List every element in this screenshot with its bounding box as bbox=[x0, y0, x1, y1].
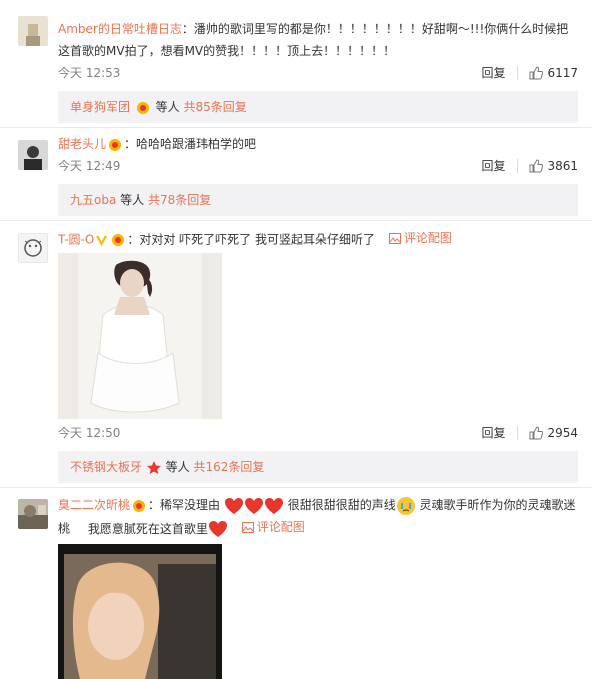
sub-reply-count[interactable]: 共78条回复 bbox=[148, 193, 211, 207]
comment-text: 甜老头儿 ：哈哈哈跟潘玮柏学的吧 bbox=[58, 133, 578, 155]
sub-reply-user[interactable]: 不锈钢大板牙 bbox=[70, 460, 142, 474]
comment-time: 今天 12:50 bbox=[58, 426, 121, 440]
thumbs-up-icon[interactable] bbox=[529, 425, 544, 440]
comment-body-part-1: ：稀罕没理由 bbox=[148, 498, 221, 512]
comment-actions: 回复 2954 bbox=[481, 424, 578, 441]
comment-body: ：哈哈哈跟潘玮柏学的吧 bbox=[124, 137, 257, 151]
comment-actions: 回复 6117 bbox=[481, 64, 578, 81]
thumbs-up-icon[interactable] bbox=[529, 65, 544, 80]
avatar[interactable] bbox=[18, 499, 48, 529]
reply-button[interactable]: 回复 bbox=[481, 157, 505, 174]
comment-body-part-2: 很甜很甜很甜的声线 bbox=[287, 498, 396, 512]
comment-text: 臭二二次昕桃 ：稀罕没理由 很甜很甜很甜的声线 灵魂歌手昕作为你的灵魂歌迷桃 我愿… bbox=[58, 494, 578, 540]
comment-username[interactable]: 甜老头儿 bbox=[58, 137, 106, 151]
vip-badge-icon bbox=[112, 234, 125, 246]
view-image-label: 评论配图 bbox=[256, 520, 305, 534]
sub-reply-text: 等人 bbox=[155, 100, 180, 114]
like-count: 2954 bbox=[547, 425, 578, 440]
comment-text: Amber的日常吐槽日志：潘帅的歌词里写的都是你！！！！！！！！好甜啊～!!!你… bbox=[58, 18, 578, 62]
sub-replies-box[interactable]: 不锈钢大板牙 等人 共162条回复 bbox=[58, 451, 578, 483]
avatar[interactable] bbox=[18, 233, 48, 263]
divider bbox=[517, 158, 519, 173]
sub-reply-text: 等人 bbox=[120, 193, 145, 207]
heart-emoji-icon bbox=[244, 497, 263, 514]
vip-badge-icon bbox=[133, 499, 146, 512]
star-icon bbox=[146, 461, 161, 474]
sub-replies-box[interactable]: 单身狗军团 等人 共85条回复 bbox=[58, 91, 578, 123]
view-image-link[interactable]: 评论配图 bbox=[388, 227, 452, 249]
sub-reply-count[interactable]: 共162条回复 bbox=[194, 460, 265, 474]
comment-actions: 回复 3861 bbox=[481, 157, 578, 174]
verified-v-icon bbox=[96, 235, 108, 246]
sub-reply-count[interactable]: 共85条回复 bbox=[184, 100, 247, 114]
crying-face-emoji-icon bbox=[396, 496, 415, 515]
comment-divider bbox=[0, 220, 592, 221]
divider bbox=[517, 425, 519, 440]
comment-time: 今天 12:53 bbox=[58, 66, 121, 80]
image-icon bbox=[241, 521, 254, 533]
comment-username[interactable]: Amber的日常吐槽日志 bbox=[58, 22, 182, 36]
avatar[interactable] bbox=[18, 16, 48, 46]
like-count: 3861 bbox=[547, 158, 578, 173]
comment-image[interactable] bbox=[58, 253, 222, 419]
comment-body-part-4: 我愿意腻死在这首歌里 bbox=[87, 521, 208, 536]
view-image-link[interactable]: 评论配图 bbox=[241, 516, 305, 538]
divider bbox=[517, 65, 519, 80]
comment-divider bbox=[0, 487, 592, 488]
comment-username[interactable]: T-圆-O bbox=[58, 233, 94, 247]
sub-replies-box[interactable]: 九五oba 等人 共78条回复 bbox=[58, 184, 578, 216]
thumbs-up-icon[interactable] bbox=[529, 158, 544, 173]
comment-image[interactable] bbox=[58, 544, 222, 679]
heart-emoji-icon bbox=[208, 521, 227, 537]
view-image-label: 评论配图 bbox=[403, 231, 452, 245]
comment-body: ：对对对 吓死了吓死了 我可竖起耳朵仔细听了 bbox=[127, 232, 375, 247]
vip-badge-icon bbox=[136, 101, 149, 114]
sub-reply-user[interactable]: 单身狗军团 bbox=[70, 100, 130, 114]
like-count: 6117 bbox=[547, 65, 578, 80]
sub-reply-user[interactable]: 九五oba bbox=[70, 193, 116, 207]
vip-badge-icon bbox=[109, 138, 122, 151]
avatar[interactable] bbox=[18, 140, 48, 170]
heart-emoji-icon bbox=[264, 497, 283, 514]
comment-divider bbox=[0, 127, 592, 128]
reply-button[interactable]: 回复 bbox=[481, 64, 505, 81]
reply-button[interactable]: 回复 bbox=[481, 424, 505, 441]
comment-text: T-圆-O ：对对对 吓死了吓死了 我可竖起耳朵仔细听了 评论配图 bbox=[58, 227, 578, 251]
comment-time: 今天 12:49 bbox=[58, 159, 121, 173]
image-icon bbox=[388, 232, 401, 244]
heart-emoji-icon bbox=[224, 497, 243, 514]
comment-username[interactable]: 臭二二次昕桃 bbox=[58, 498, 130, 512]
sub-reply-text: 等人 bbox=[165, 460, 190, 474]
